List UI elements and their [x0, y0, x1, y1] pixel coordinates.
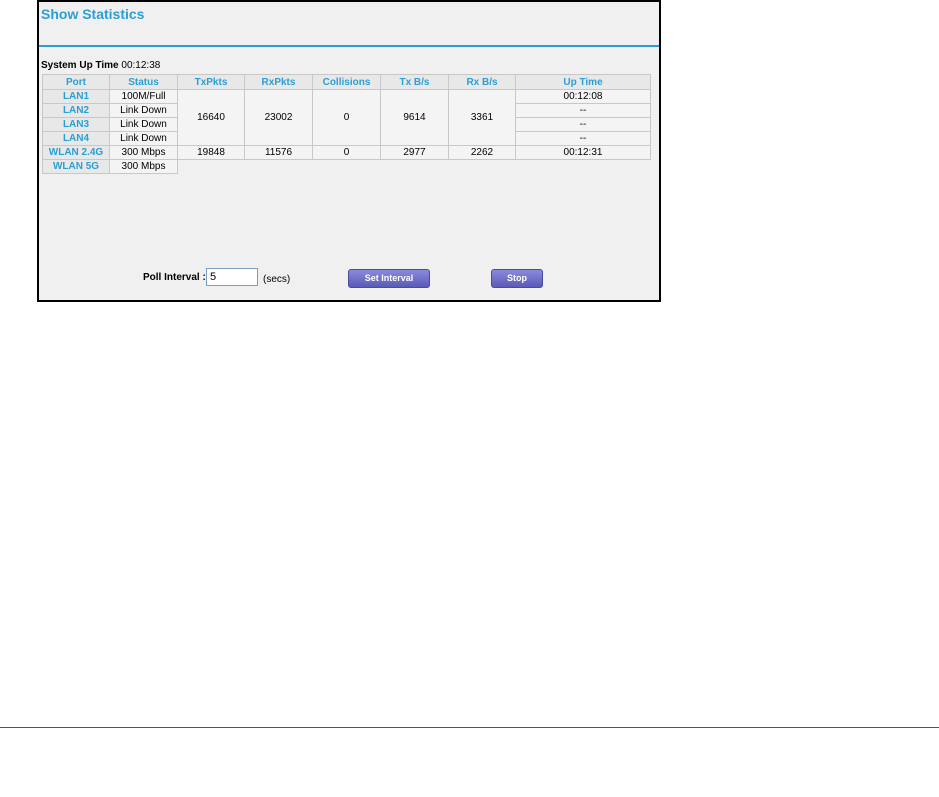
- header-status: Status: [109, 74, 178, 90]
- rxpkts-cell: 11576: [244, 145, 313, 160]
- table-header-row: Port Status TxPkts RxPkts Collisions Tx …: [42, 74, 651, 90]
- status-cell: Link Down: [109, 131, 178, 146]
- uptime-cell: --: [515, 131, 651, 146]
- status-cell: Link Down: [109, 103, 178, 118]
- header-collisions: Collisions: [312, 74, 381, 90]
- lan-rxpkts-cell: 23002: [244, 89, 313, 146]
- status-cell: 100M/Full: [109, 89, 178, 104]
- lan-rx-bs-cell: 3361: [448, 89, 516, 146]
- header-up-time: Up Time: [515, 74, 651, 90]
- poll-interval-label: Poll Interval :: [143, 272, 206, 283]
- uptime-cell: 00:12:31: [515, 145, 651, 160]
- header-tx-bs: Tx B/s: [380, 74, 449, 90]
- system-up-time-value: 00:12:38: [121, 60, 161, 71]
- tx-bs-cell: 2977: [380, 145, 449, 160]
- statistics-panel: Show Statistics System Up Time 00:12:38 …: [37, 0, 661, 302]
- stop-button[interactable]: Stop: [491, 269, 543, 288]
- system-up-time: System Up Time 00:12:38: [41, 60, 160, 71]
- lan-collisions-cell: 0: [312, 89, 381, 146]
- status-cell: 300 Mbps: [109, 145, 178, 160]
- uptime-cell: --: [515, 117, 651, 132]
- header-port: Port: [42, 74, 110, 90]
- txpkts-cell: 19848: [177, 145, 245, 160]
- poll-interval-unit: (secs): [263, 274, 291, 285]
- table-row: WLAN 5G 300 Mbps: [42, 159, 651, 174]
- header-txpkts: TxPkts: [177, 74, 245, 90]
- page-title: Show Statistics: [41, 6, 145, 22]
- empty-cell: [177, 159, 651, 174]
- lan-tx-bs-cell: 9614: [380, 89, 449, 146]
- header-rx-bs: Rx B/s: [448, 74, 516, 90]
- table-row: LAN1 100M/Full 16640 23002 0 9614 3361 0…: [42, 89, 651, 146]
- port-cell: LAN3: [42, 117, 110, 132]
- set-interval-button[interactable]: Set Interval: [348, 269, 430, 288]
- port-cell: LAN2: [42, 103, 110, 118]
- footer-divider: [0, 727, 939, 728]
- uptime-cell: 00:12:08: [515, 89, 651, 104]
- status-cell: 300 Mbps: [109, 159, 178, 174]
- port-cell: LAN1: [42, 89, 110, 104]
- header-rxpkts: RxPkts: [244, 74, 313, 90]
- port-cell: WLAN 5G: [42, 159, 110, 174]
- lan-txpkts-cell: 16640: [177, 89, 245, 146]
- statistics-table: Port Status TxPkts RxPkts Collisions Tx …: [42, 74, 651, 174]
- rx-bs-cell: 2262: [448, 145, 516, 160]
- title-divider: [39, 45, 659, 47]
- status-cell: Link Down: [109, 117, 178, 132]
- collisions-cell: 0: [312, 145, 381, 160]
- poll-interval-input[interactable]: [206, 268, 258, 286]
- port-cell: WLAN 2.4G: [42, 145, 110, 160]
- uptime-cell: --: [515, 103, 651, 118]
- table-row: WLAN 2.4G 300 Mbps 19848 11576 0 2977 22…: [42, 145, 651, 160]
- port-cell: LAN4: [42, 131, 110, 146]
- system-up-time-label: System Up Time: [41, 60, 119, 71]
